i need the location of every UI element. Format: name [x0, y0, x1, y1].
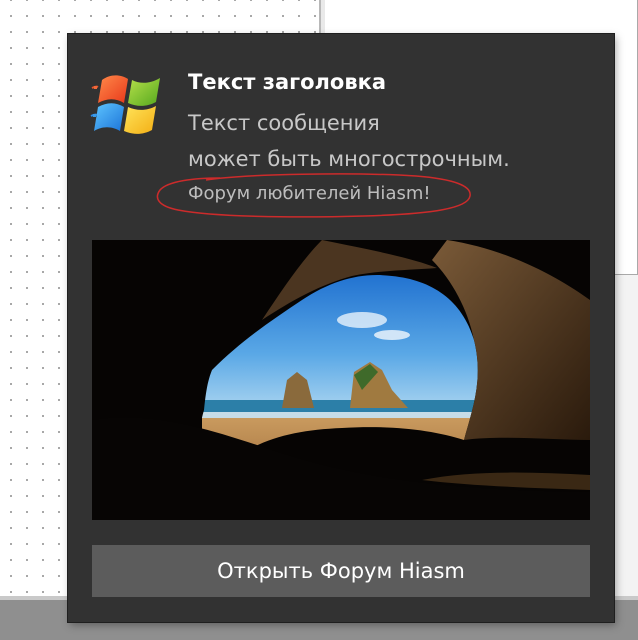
toast-message: Текст сообщения может быть многострочным… [188, 105, 510, 177]
toast-attribution: Форум любителей Hiasm! [188, 183, 431, 204]
toast-notification[interactable]: Текст заголовка Текст сообщения может бы… [68, 34, 614, 622]
toast-message-line: Текст сообщения [188, 111, 380, 135]
open-forum-button[interactable]: Открыть Форум Hiasm [92, 545, 590, 597]
toast-message-line: может быть многострочным. [188, 147, 510, 171]
hero-image [92, 240, 590, 520]
toast-title: Текст заголовка [188, 70, 387, 94]
windows-flag-icon [90, 75, 160, 134]
